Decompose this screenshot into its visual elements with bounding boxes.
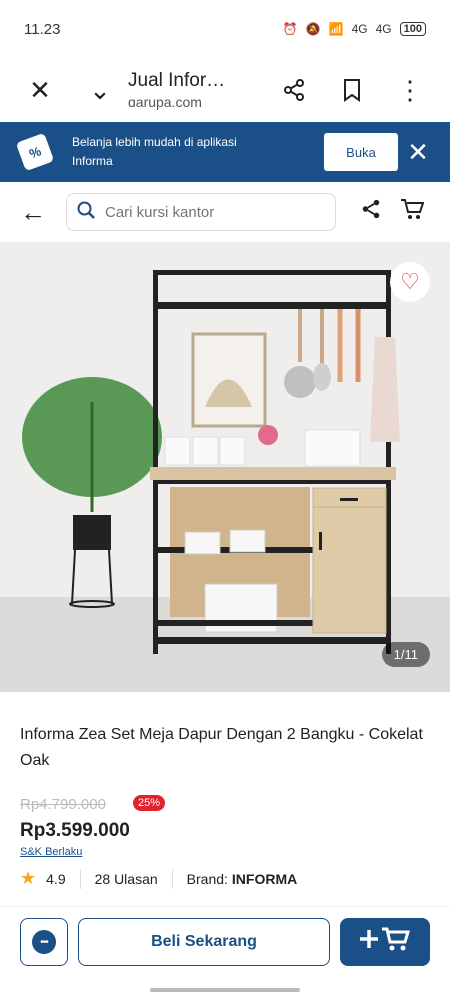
product-image[interactable] bbox=[0, 242, 450, 692]
page-domain: ɑarupa.com bbox=[128, 94, 202, 110]
wifi-icon: 📶 bbox=[328, 22, 344, 36]
product-title: Informa Zea Set Meja Dapur Dengan 2 Bang… bbox=[20, 726, 423, 769]
share-product-icon[interactable] bbox=[360, 198, 382, 226]
chevron-down-icon[interactable]: ⌄ bbox=[80, 70, 120, 110]
signal-2-label: 4G bbox=[375, 22, 392, 36]
browser-toolbar: ✕ ⌄ Jual Infor… ɑarupa.com ⋮ bbox=[0, 58, 450, 122]
reviews-link[interactable]: 28 Ulasan bbox=[95, 871, 158, 887]
brand-value[interactable]: INFORMA bbox=[232, 871, 297, 887]
banner-text-line1: Belanja lebih mudah di aplikasi bbox=[72, 135, 237, 149]
star-icon: ★ bbox=[20, 868, 37, 888]
alarm-icon: ⏰ bbox=[282, 22, 298, 36]
chat-icon: ••• bbox=[32, 930, 56, 954]
rating-value: 4.9 bbox=[46, 870, 66, 887]
banner-text: Belanja lebih mudah di aplikasi Informa bbox=[72, 133, 324, 171]
signal-1-label: 4G bbox=[351, 22, 368, 36]
search-header: ← bbox=[0, 182, 450, 242]
bottom-divider bbox=[0, 906, 450, 907]
add-to-cart-button[interactable] bbox=[340, 918, 430, 966]
informa-app-logo-icon: % bbox=[15, 132, 55, 172]
meta-divider bbox=[79, 868, 81, 889]
more-options-icon[interactable]: ⋮ bbox=[390, 70, 430, 110]
meta-divider bbox=[171, 868, 173, 889]
status-bar: 11.23 ⏰ 🔕 📶 4G 4G 100 bbox=[0, 0, 450, 58]
original-price: Rp4.799.000 bbox=[20, 796, 106, 813]
bookmark-icon[interactable] bbox=[332, 70, 372, 110]
url-box[interactable]: Jual Infor… ɑarupa.com bbox=[120, 70, 274, 110]
home-indicator[interactable] bbox=[150, 988, 300, 992]
image-counter: 1/11 bbox=[381, 642, 430, 667]
app-banner: % Belanja lebih mudah di aplikasi Inform… bbox=[0, 122, 450, 182]
open-app-button[interactable]: Buka bbox=[324, 133, 398, 171]
back-arrow-icon[interactable]: ← bbox=[20, 197, 50, 228]
search-icon bbox=[77, 201, 95, 224]
plus-cart-icon bbox=[358, 926, 412, 959]
status-time: 11.23 bbox=[24, 20, 61, 38]
product-photo-illustration bbox=[0, 242, 450, 692]
cart-icon[interactable] bbox=[400, 198, 425, 226]
brand-label: Brand: bbox=[186, 870, 228, 887]
page-title: Jual Infor… bbox=[128, 70, 226, 91]
chat-button[interactable]: ••• bbox=[20, 918, 68, 966]
discount-badge: 25% bbox=[133, 795, 166, 811]
buy-now-button[interactable]: Beli Sekarang bbox=[78, 918, 330, 966]
banner-close-icon[interactable]: ✕ bbox=[398, 137, 438, 168]
status-icons: ⏰ 🔕 📶 4G 4G 100 bbox=[283, 22, 426, 36]
sale-price: Rp3.599.000 bbox=[20, 820, 130, 841]
close-icon[interactable]: ✕ bbox=[20, 70, 60, 110]
wishlist-heart-icon[interactable]: ♡ bbox=[390, 262, 430, 302]
terms-link[interactable]: S&K Berlaku bbox=[20, 846, 82, 858]
product-meta: ★ 4.9 28 Ulasan Brand: INFORMA bbox=[20, 868, 297, 889]
search-input[interactable] bbox=[105, 203, 305, 221]
banner-text-line2: Informa bbox=[72, 154, 113, 168]
battery-indicator: 100 bbox=[399, 22, 426, 36]
mute-icon: 🔕 bbox=[305, 22, 321, 36]
bottom-action-bar: ••• Beli Sekarang bbox=[20, 918, 430, 966]
search-box[interactable] bbox=[66, 193, 336, 231]
share-icon[interactable] bbox=[274, 70, 314, 110]
